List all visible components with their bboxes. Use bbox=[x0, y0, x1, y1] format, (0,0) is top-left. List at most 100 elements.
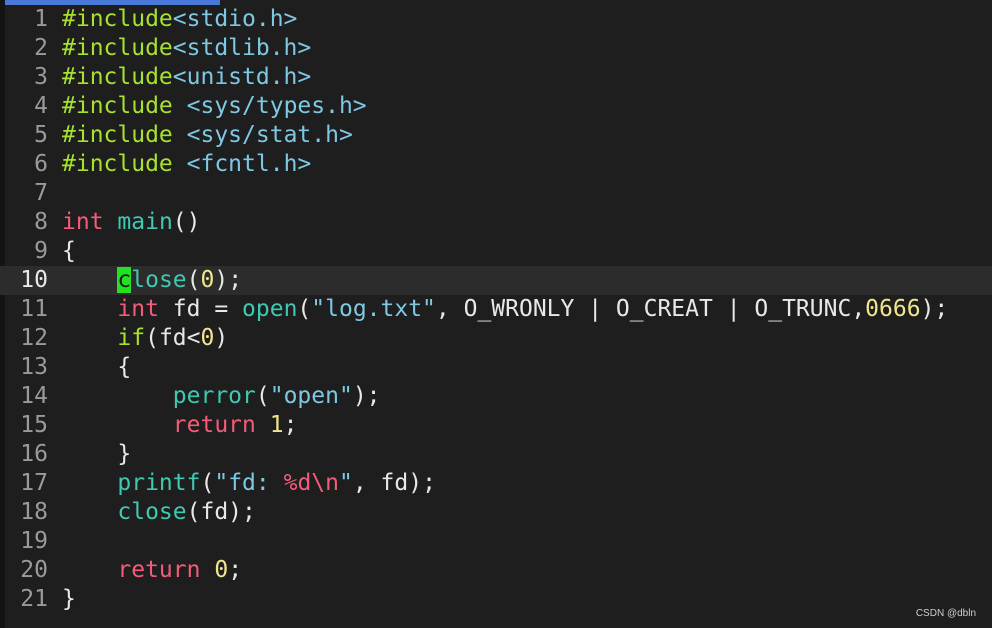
code-token: perror bbox=[172, 383, 256, 409]
current-line[interactable]: 10 close(0); bbox=[0, 266, 992, 295]
line-code: } bbox=[62, 440, 131, 469]
code-token: printf bbox=[117, 470, 201, 496]
code-line[interactable]: 5 #include <sys/stat.h> bbox=[0, 121, 992, 150]
line-number: 10 bbox=[20, 267, 48, 293]
code-token: fd = bbox=[158, 296, 243, 322]
line-number: 1 bbox=[34, 6, 48, 32]
code-line[interactable]: 3 #include<unistd.h> bbox=[0, 63, 992, 92]
code-token: lose bbox=[131, 267, 187, 293]
code-token: (fd< bbox=[145, 325, 201, 351]
line-number: 9 bbox=[34, 238, 48, 264]
code-token: int bbox=[62, 209, 104, 235]
code-line[interactable]: 16 } bbox=[0, 440, 992, 469]
line-number: 19 bbox=[20, 528, 48, 554]
line-number: 3 bbox=[34, 64, 48, 90]
line-number: 2 bbox=[34, 35, 48, 61]
code-token: } bbox=[62, 586, 76, 612]
line-code: close(0); bbox=[62, 266, 242, 295]
code-token: #include bbox=[62, 35, 173, 61]
code-token: (fd); bbox=[186, 499, 256, 525]
line-number: 5 bbox=[34, 122, 48, 148]
code-line[interactable]: 15 return 1; bbox=[0, 411, 992, 440]
code-token: #include bbox=[62, 93, 173, 119]
code-token: ; bbox=[283, 412, 298, 438]
code-line[interactable]: 20 return 0; bbox=[0, 556, 992, 585]
line-code: printf("fd: %d\n", fd); bbox=[62, 469, 436, 498]
code-token: ( bbox=[186, 267, 201, 293]
line-code: #include <sys/types.h> bbox=[62, 92, 367, 121]
code-line[interactable]: 19 bbox=[0, 527, 992, 556]
code-token: open bbox=[242, 296, 298, 322]
code-token: <stdlib.h> bbox=[172, 35, 312, 61]
line-code: #include<stdlib.h> bbox=[62, 34, 311, 63]
code-line[interactable]: 17 printf("fd: %d\n", fd); bbox=[0, 469, 992, 498]
line-number: 14 bbox=[20, 383, 48, 409]
line-number: 21 bbox=[20, 586, 48, 612]
line-number: 13 bbox=[20, 354, 48, 380]
code-token: #include bbox=[62, 122, 173, 148]
code-line[interactable]: 18 close(fd); bbox=[0, 498, 992, 527]
code-token: ; bbox=[228, 557, 243, 583]
code-token: , O_WRONLY | O_CREAT | O_TRUNC, bbox=[435, 296, 866, 322]
code-token: ); bbox=[214, 267, 243, 293]
code-line[interactable]: 1 #include<stdio.h> bbox=[0, 5, 992, 34]
code-line[interactable]: 2 #include<stdlib.h> bbox=[0, 34, 992, 63]
code-token: { bbox=[62, 238, 76, 264]
line-code: #include <sys/stat.h> bbox=[62, 121, 353, 150]
line-number: 12 bbox=[20, 325, 48, 351]
code-token: } bbox=[62, 441, 132, 467]
line-code: perror("open"); bbox=[62, 382, 381, 411]
code-editor[interactable]: 1 #include<stdio.h> 2 #include<stdlib.h> 3 #i… bbox=[0, 5, 992, 614]
code-token: #include bbox=[62, 6, 173, 32]
code-token: <stdio.h> bbox=[172, 6, 298, 32]
code-token: , fd); bbox=[352, 470, 436, 496]
line-code: #include <fcntl.h> bbox=[62, 150, 311, 179]
code-line[interactable]: 12 if(fd<0) bbox=[0, 324, 992, 353]
code-line[interactable]: 14 perror("open"); bbox=[0, 382, 992, 411]
line-number: 18 bbox=[20, 499, 48, 525]
code-token: "open" bbox=[269, 383, 353, 409]
terminal-window: 1 #include<stdio.h> 2 #include<stdlib.h> 3 #i… bbox=[0, 0, 992, 628]
code-token: return bbox=[117, 557, 201, 583]
line-code: #include<stdio.h> bbox=[62, 5, 297, 34]
code-line[interactable]: 7 bbox=[0, 179, 992, 208]
code-line[interactable]: 13 { bbox=[0, 353, 992, 382]
watermark-text: CSDN @dbln bbox=[915, 608, 976, 619]
code-line[interactable]: 6 #include <fcntl.h> bbox=[0, 150, 992, 179]
code-token: <sys/types.h> bbox=[186, 93, 367, 119]
code-line[interactable]: 4 #include <sys/types.h> bbox=[0, 92, 992, 121]
code-token: "log.txt" bbox=[311, 296, 436, 322]
code-token: <unistd.h> bbox=[172, 64, 312, 90]
code-line[interactable]: 21} bbox=[0, 585, 992, 614]
line-code: int main() bbox=[62, 208, 201, 237]
code-token: <fcntl.h> bbox=[186, 151, 312, 177]
line-number: 16 bbox=[20, 441, 48, 467]
code-token: 0 bbox=[200, 267, 215, 293]
code-token: ( bbox=[200, 470, 215, 496]
code-token: " bbox=[338, 470, 353, 496]
code-token: ); bbox=[920, 296, 949, 322]
code-token: "fd: bbox=[214, 470, 284, 496]
line-number: 17 bbox=[20, 470, 48, 496]
code-token: #include bbox=[62, 64, 173, 90]
code-token: <sys/stat.h> bbox=[186, 122, 353, 148]
line-number: 7 bbox=[34, 180, 48, 206]
code-line[interactable]: 9{ bbox=[0, 237, 992, 266]
code-line[interactable]: 8 int main() bbox=[0, 208, 992, 237]
code-line[interactable]: 11 int fd = open("log.txt", O_WRONLY | O… bbox=[0, 295, 992, 324]
code-token: 0 bbox=[214, 557, 229, 583]
code-token: ); bbox=[352, 383, 381, 409]
code-token: ( bbox=[297, 296, 312, 322]
